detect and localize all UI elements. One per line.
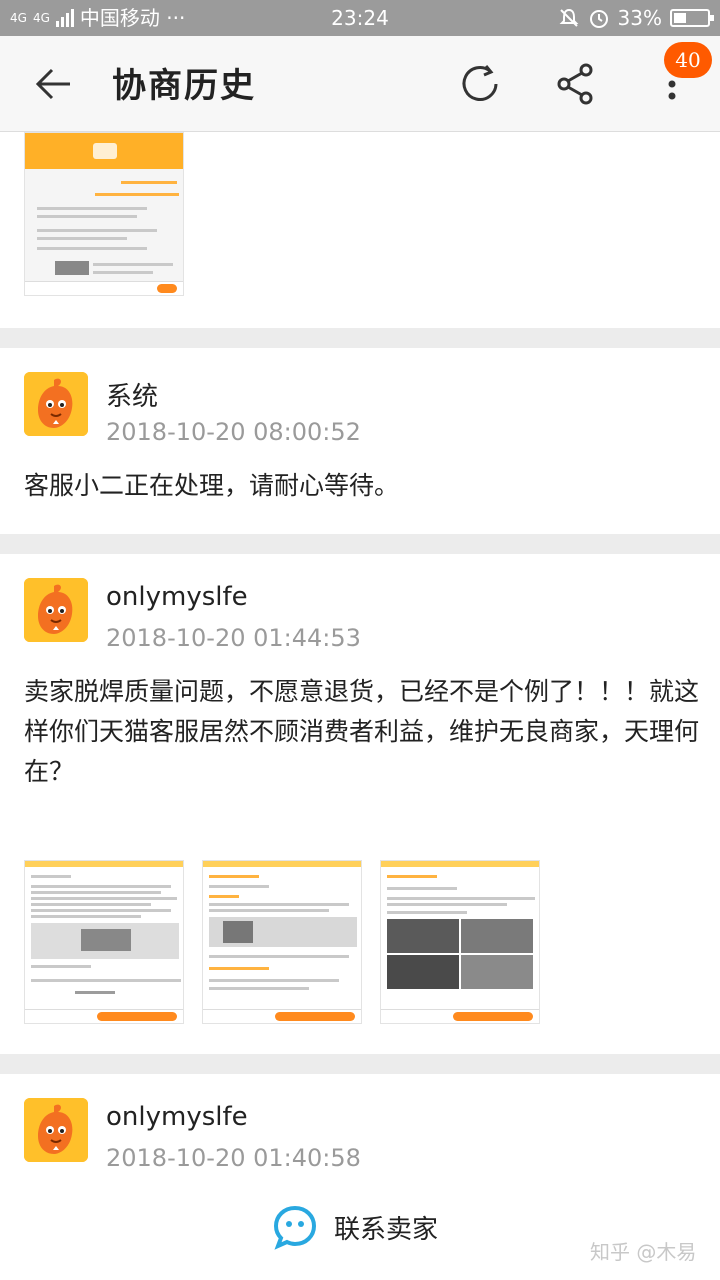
battery-icon: [670, 9, 714, 27]
status-bar: 4G 4G 中国移动 ··· 23:24 33%: [0, 0, 720, 36]
sender-name: onlymyslfe: [106, 582, 248, 612]
app-header: 协商历史 40: [0, 36, 720, 132]
mascot-avatar-icon: [24, 1098, 88, 1162]
contact-seller-button[interactable]: 联系卖家: [272, 1204, 438, 1250]
message-text: 卖家脱焊质量问题，不愿意退货，已经不是个例了！！！就这样你们天猫客服居然不顾消费…: [24, 677, 700, 786]
mute-bell-icon: [559, 8, 578, 27]
chat-bubble-icon: [273, 1205, 317, 1250]
alarm-icon: [589, 10, 608, 28]
attachment-thumbnail[interactable]: [24, 860, 184, 1024]
share-button[interactable]: [552, 60, 600, 108]
page-title: 协商历史: [112, 66, 256, 106]
refresh-icon: [462, 65, 498, 101]
avatar: [24, 578, 88, 642]
mascot-avatar-icon: [24, 372, 88, 436]
history-card-buyer: onlymyslfe 2018-10-20 01:44:53 卖家脱焊质量问题，…: [0, 554, 720, 1054]
page: 4G 4G 中国移动 ··· 23:24 33% 协商历史 40 系统 2018…: [0, 0, 720, 1280]
attachment-thumbnail[interactable]: [380, 860, 540, 1024]
share-icon: [557, 63, 593, 105]
sender-name: 系统: [106, 382, 159, 412]
history-card-system: 系统 2018-10-20 08:00:52 客服小二正在处理，请耐心等待。: [0, 348, 720, 534]
arrow-left-icon: [35, 68, 70, 100]
refresh-button[interactable]: [456, 60, 504, 108]
contact-seller-label: 联系卖家: [334, 1214, 439, 1245]
message-text: 客服小二正在处理，请耐心等待。: [24, 471, 400, 500]
mascot-avatar-icon: [24, 578, 88, 642]
sender-name: onlymyslfe: [106, 1102, 248, 1132]
attachment-thumbnail[interactable]: [24, 132, 184, 296]
battery-percent: 33%: [617, 6, 662, 30]
watermark: 知乎 @木易: [590, 1240, 697, 1264]
message-time: 2018-10-20 01:40:58: [106, 1144, 361, 1172]
message-time: 2018-10-20 01:44:53: [106, 624, 361, 652]
back-button[interactable]: [30, 62, 78, 106]
notification-badge[interactable]: 40: [664, 42, 712, 78]
history-card-attachment: [0, 132, 720, 328]
status-right: 33%: [558, 0, 714, 36]
attachment-thumbnail[interactable]: [202, 860, 362, 1024]
avatar: [24, 1098, 88, 1162]
message-time: 2018-10-20 08:00:52: [106, 418, 361, 446]
avatar: [24, 372, 88, 436]
